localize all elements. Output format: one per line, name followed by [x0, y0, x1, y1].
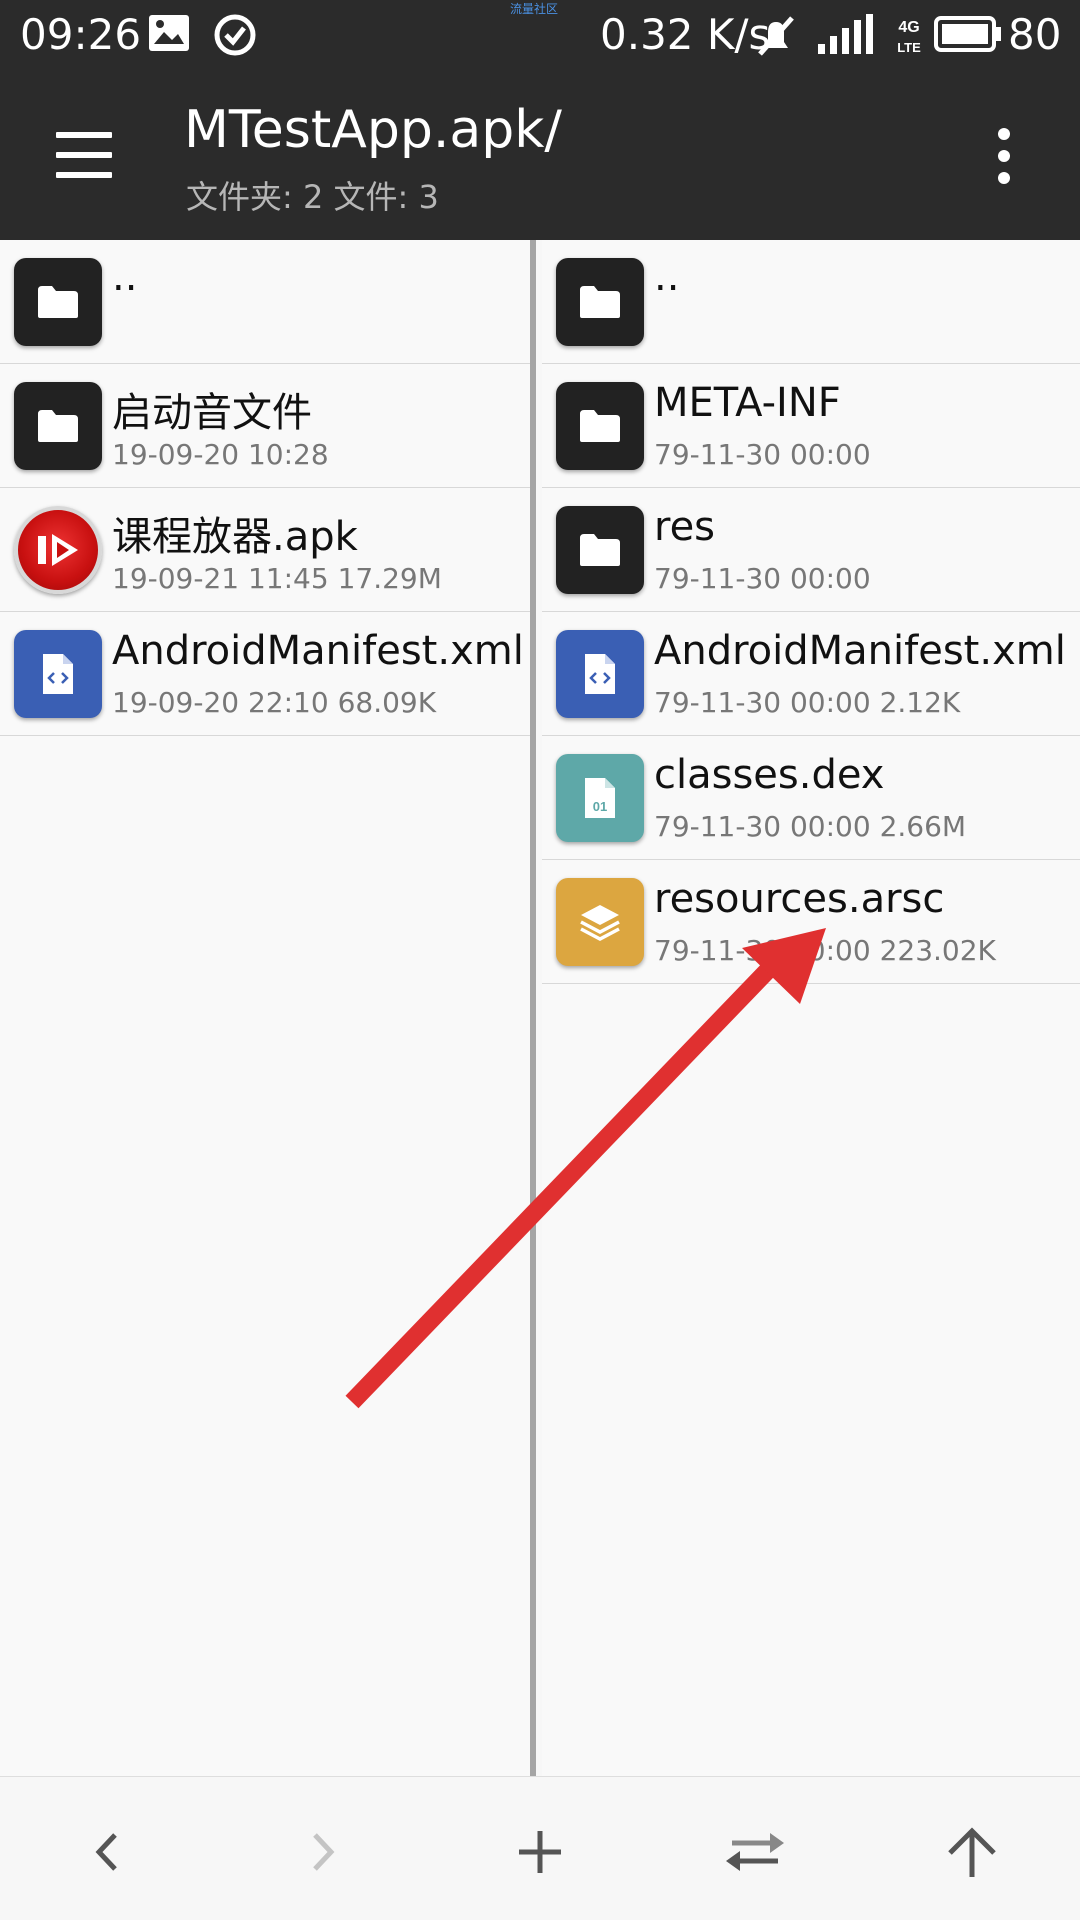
status-bar: 09:26 流量社区 0.32 K/s 4G LTE 80 [0, 0, 1080, 70]
watermark-text: 流量社区 [510, 2, 559, 16]
folder-icon [556, 382, 644, 470]
menu-icon[interactable] [52, 128, 118, 184]
file-meta: 79-11-30 00:00 2.66M [654, 810, 967, 843]
folder-icon [556, 506, 644, 594]
file-meta: 79-11-30 00:00 2.12K [654, 686, 961, 719]
file-name: res [654, 504, 716, 550]
parent-dir-label: .. [654, 254, 680, 300]
battery-percent: 80 [1008, 10, 1062, 59]
right-file-panel[interactable]: .. META-INF 79-11-30 00:00 res 79-11-30 … [542, 240, 1080, 1776]
list-item[interactable]: AndroidManifest.xml 79-11-30 00:00 2.12K [542, 612, 1080, 736]
list-item-parent-dir[interactable]: .. [542, 240, 1080, 364]
svg-text:LTE: LTE [897, 40, 921, 55]
file-name: 启动音文件 [112, 390, 312, 436]
list-item[interactable]: res 79-11-30 00:00 [542, 488, 1080, 612]
more-options-icon[interactable] [990, 124, 1020, 188]
file-meta: 79-11-30 00:00 [654, 562, 871, 595]
folder-file-count: 文件夹: 2 文件: 3 [186, 178, 439, 216]
file-name: resources.arsc [654, 876, 945, 922]
list-item[interactable]: AndroidManifest.xml 19-09-20 22:10 68.09… [0, 612, 530, 736]
apk-icon [14, 506, 102, 594]
list-item-parent-dir[interactable]: .. [0, 240, 530, 364]
folder-icon [14, 258, 102, 346]
up-icon[interactable] [937, 1817, 1007, 1887]
check-circle-icon [214, 14, 256, 60]
arsc-file-icon [556, 878, 644, 966]
app-bar: MTestApp.apk/ 文件夹: 2 文件: 3 [0, 70, 1080, 240]
status-time: 09:26 [20, 10, 142, 59]
file-name: 课程放器.apk [112, 514, 358, 560]
file-name: AndroidManifest.xml [654, 628, 1066, 674]
svg-text:4G: 4G [898, 19, 919, 36]
file-meta: 79-11-30 00:00 223.02K [654, 934, 996, 967]
gallery-notification-icon [148, 14, 190, 56]
file-meta: 19-09-21 11:45 17.29M [112, 562, 442, 595]
list-item[interactable]: resources.arsc 79-11-30 00:00 223.02K [542, 860, 1080, 984]
dex-file-icon: 01 [556, 754, 644, 842]
battery-icon [934, 14, 1002, 58]
file-meta: 79-11-30 00:00 [654, 438, 871, 471]
folder-icon [556, 258, 644, 346]
add-icon[interactable] [505, 1817, 575, 1887]
bottom-toolbar [0, 1776, 1080, 1920]
xml-file-icon [14, 630, 102, 718]
file-meta: 19-09-20 10:28 [112, 438, 329, 471]
svg-text:01: 01 [593, 799, 607, 814]
network-type-icon: 4G LTE [892, 14, 926, 60]
left-file-panel[interactable]: .. 启动音文件 19-09-20 10:28 课程放器.apk 19-09-2… [0, 240, 536, 1776]
file-name: META-INF [654, 380, 841, 426]
folder-icon [14, 382, 102, 470]
mute-notification-icon [754, 14, 798, 62]
parent-dir-label: .. [112, 254, 138, 300]
back-icon[interactable] [72, 1817, 142, 1887]
file-name: classes.dex [654, 752, 885, 798]
list-item[interactable]: META-INF 79-11-30 00:00 [542, 364, 1080, 488]
list-item[interactable]: 课程放器.apk 19-09-21 11:45 17.29M [0, 488, 530, 612]
forward-icon[interactable] [288, 1817, 358, 1887]
list-item[interactable]: 启动音文件 19-09-20 10:28 [0, 364, 530, 488]
file-meta: 19-09-20 22:10 68.09K [112, 686, 437, 719]
xml-file-icon [556, 630, 644, 718]
swap-icon[interactable] [720, 1817, 790, 1887]
signal-strength-icon [814, 14, 876, 60]
page-title: MTestApp.apk/ [184, 100, 562, 160]
net-speed: 0.32 K/s [600, 10, 771, 59]
file-name: AndroidManifest.xml [112, 628, 524, 674]
list-item[interactable]: 01 classes.dex 79-11-30 00:00 2.66M [542, 736, 1080, 860]
